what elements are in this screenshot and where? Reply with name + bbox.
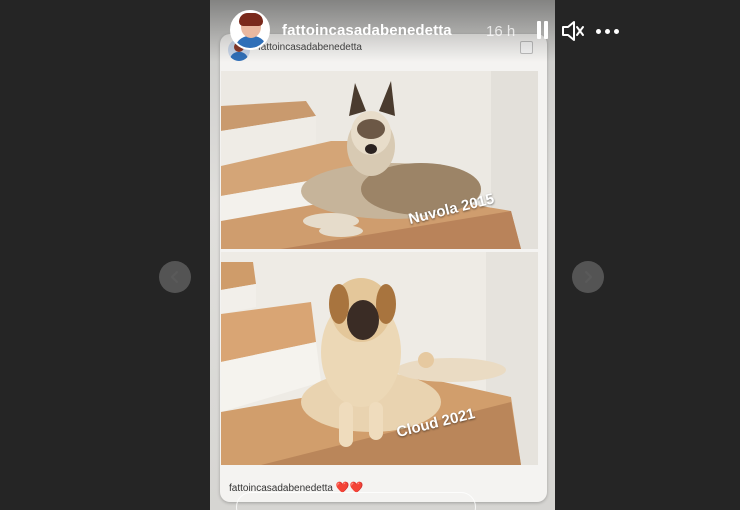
next-story-button[interactable] — [572, 261, 604, 293]
profile-avatar[interactable] — [230, 10, 270, 50]
chevron-left-icon — [170, 270, 179, 284]
muted-speaker-icon — [562, 21, 584, 41]
story-timestamp: 16 h — [486, 23, 516, 40]
more-options-icon[interactable] — [596, 29, 619, 34]
post-photo-cloud: Cloud 2021 — [221, 252, 538, 465]
previous-story-button[interactable] — [159, 261, 191, 293]
story-header: fattoincasadabenedetta 16 h — [210, 0, 555, 62]
shared-post-card[interactable]: fattoincasadabenedetta — [220, 34, 547, 502]
chevron-right-icon — [584, 270, 593, 284]
pause-icon[interactable] — [536, 21, 550, 39]
story-viewer: fattoincasadabenedetta — [0, 0, 740, 510]
story-frame[interactable]: fattoincasadabenedetta — [210, 0, 555, 510]
reply-input[interactable] — [236, 492, 476, 510]
post-photo-nuvola: Nuvola 2015 — [221, 71, 538, 249]
story-username[interactable]: fattoincasadabenedetta — [282, 22, 452, 39]
mute-button[interactable] — [561, 20, 585, 47]
